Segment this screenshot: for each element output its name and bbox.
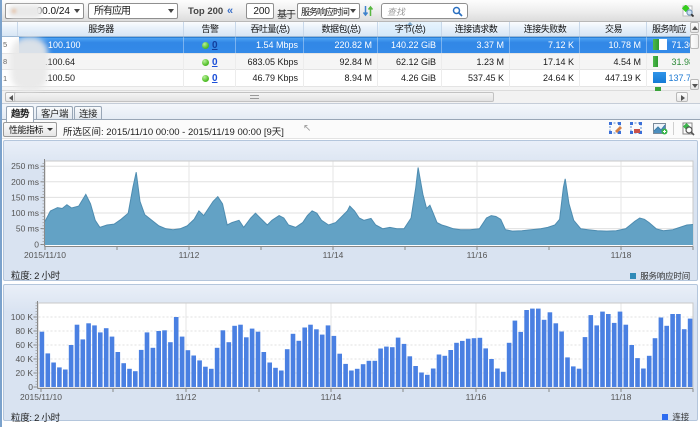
svg-text:80 K: 80 K	[16, 326, 34, 336]
svg-text:150 ms: 150 ms	[11, 192, 39, 202]
svg-text:11/14: 11/14	[321, 392, 342, 402]
svg-text:100 ms: 100 ms	[11, 208, 39, 218]
svg-text:0: 0	[28, 382, 33, 392]
svg-text:250 ms: 250 ms	[11, 161, 39, 171]
svg-text:11/12: 11/12	[179, 250, 200, 260]
svg-text:20 K: 20 K	[16, 368, 34, 378]
svg-text:2015/11/10: 2015/11/10	[20, 392, 62, 402]
svg-text:0: 0	[34, 240, 39, 250]
svg-text:11/16: 11/16	[467, 250, 488, 260]
svg-text:60 K: 60 K	[16, 340, 34, 350]
svg-text:50 ms: 50 ms	[16, 224, 39, 234]
svg-text:100 K: 100 K	[11, 312, 34, 322]
svg-text:11/18: 11/18	[611, 392, 632, 402]
svg-text:11/12: 11/12	[176, 392, 197, 402]
svg-text:11/18: 11/18	[611, 250, 632, 260]
svg-text:11/14: 11/14	[323, 250, 344, 260]
svg-text:200 ms: 200 ms	[11, 177, 39, 187]
svg-text:40 K: 40 K	[16, 354, 34, 364]
svg-text:2015/11/10: 2015/11/10	[24, 250, 66, 260]
svg-text:11/16: 11/16	[466, 392, 487, 402]
